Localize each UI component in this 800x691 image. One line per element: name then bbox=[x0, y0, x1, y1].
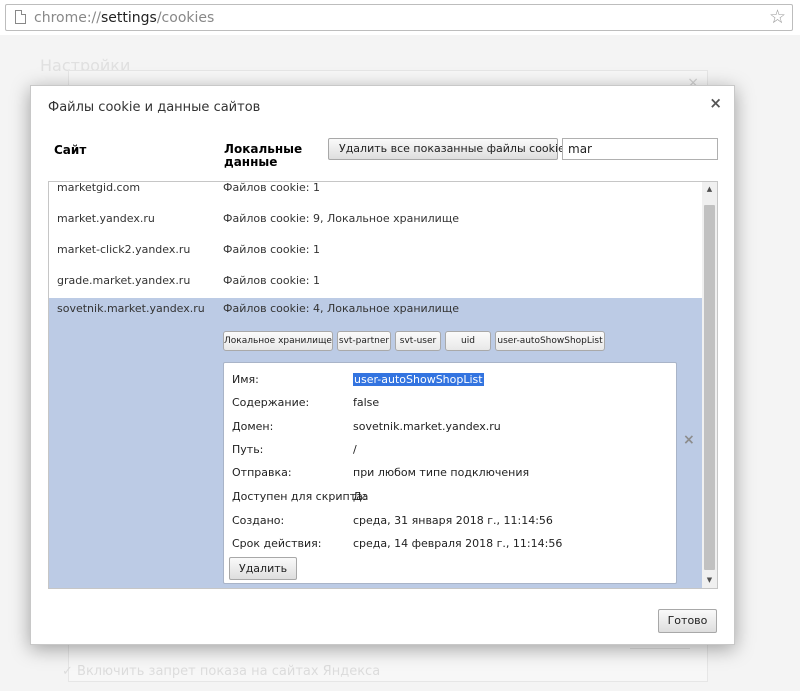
detail-label: Путь: bbox=[232, 443, 264, 456]
remove-cookie-button[interactable]: Удалить bbox=[229, 557, 298, 580]
chip-uid[interactable]: uid bbox=[445, 331, 491, 351]
local-data-summary: Файлов cookie: 1 bbox=[223, 181, 321, 194]
list-item-selected[interactable]: sovetnik.market.yandex.ru Файлов cookie:… bbox=[49, 298, 702, 588]
site-name: sovetnik.market.yandex.ru bbox=[57, 302, 205, 315]
local-data-summary: Файлов cookie: 1 bbox=[223, 274, 321, 287]
scroll-up-arrow-icon[interactable]: ▲ bbox=[702, 182, 717, 197]
detail-label: Домен: bbox=[232, 420, 274, 433]
detail-value[interactable]: user-autoShowShopList bbox=[353, 373, 484, 386]
local-data-summary: Файлов cookie: 4, Локальное хранилище bbox=[223, 302, 459, 315]
detail-label: Доступен для скрипта: bbox=[232, 490, 367, 503]
column-header-local-data: Локальные данные bbox=[224, 142, 303, 169]
detail-label: Содержание: bbox=[232, 396, 310, 409]
dialog-title: Файлы cookie и данные сайтов bbox=[48, 100, 261, 115]
site-name: grade.market.yandex.ru bbox=[57, 274, 191, 287]
detail-value[interactable]: false bbox=[353, 396, 379, 409]
list-scrollbar[interactable]: ▲ ▼ bbox=[702, 182, 717, 588]
detail-label: Создано: bbox=[232, 514, 285, 527]
detail-value[interactable]: среда, 31 января 2018 г., 11:14:56 bbox=[353, 514, 553, 527]
scroll-thumb[interactable] bbox=[704, 205, 715, 570]
local-data-summary: Файлов cookie: 1 bbox=[223, 243, 321, 256]
column-header-site: Сайт bbox=[54, 143, 87, 157]
url-text[interactable]: chrome://settings/cookies bbox=[34, 10, 214, 26]
background-checkbox-text: ✓ Включить запрет показа на сайтах Яндек… bbox=[62, 664, 381, 679]
detail-label: Имя: bbox=[232, 373, 259, 386]
done-button[interactable]: Готово bbox=[658, 609, 717, 633]
chip-svt-user[interactable]: svt-user bbox=[395, 331, 441, 351]
chip-user-autoshowshoplist[interactable]: user-autoShowShopList bbox=[495, 331, 605, 351]
detail-value[interactable]: sovetnik.market.yandex.ru bbox=[353, 420, 501, 433]
site-name: market-click2.yandex.ru bbox=[57, 243, 191, 256]
page-icon bbox=[15, 10, 26, 24]
detail-value[interactable]: / bbox=[353, 443, 357, 456]
site-name: market.yandex.ru bbox=[57, 212, 155, 225]
cookie-details-panel: Имя: user-autoShowShopList Содержание: f… bbox=[223, 362, 677, 584]
close-icon[interactable]: × bbox=[709, 94, 722, 112]
address-bar[interactable]: chrome://settings/cookies ☆ bbox=[5, 4, 793, 31]
detail-label: Отправка: bbox=[232, 466, 292, 479]
list-item[interactable]: marketgid.com Файлов cookie: 1 bbox=[49, 181, 702, 208]
chip-local-storage[interactable]: Локальное хранилище bbox=[223, 331, 333, 351]
chip-svt-partner[interactable]: svt-partner bbox=[337, 331, 391, 351]
detail-value[interactable]: Да bbox=[353, 490, 368, 503]
cookies-dialog: Файлы cookie и данные сайтов × Сайт Лока… bbox=[30, 85, 735, 645]
list-item[interactable]: grade.market.yandex.ru Файлов cookie: 1 bbox=[49, 270, 702, 301]
remove-site-icon[interactable]: × bbox=[683, 432, 695, 448]
search-input[interactable] bbox=[562, 138, 718, 160]
scroll-down-arrow-icon[interactable]: ▼ bbox=[702, 573, 717, 588]
cookie-site-list: marketgid.com Файлов cookie: 1 market.ya… bbox=[48, 181, 718, 589]
local-data-summary: Файлов cookie: 9, Локальное хранилище bbox=[223, 212, 459, 225]
list-item[interactable]: market.yandex.ru Файлов cookie: 9, Локал… bbox=[49, 208, 702, 239]
list-item[interactable]: market-click2.yandex.ru Файлов cookie: 1 bbox=[49, 239, 702, 270]
site-name: marketgid.com bbox=[57, 181, 141, 194]
star-icon[interactable]: ☆ bbox=[769, 6, 786, 28]
detail-value[interactable]: при любом типе подключения bbox=[353, 466, 529, 479]
detail-label: Срок действия: bbox=[232, 537, 322, 550]
detail-value[interactable]: среда, 14 февраля 2018 г., 11:14:56 bbox=[353, 537, 562, 550]
delete-all-shown-cookies-button[interactable]: Удалить все показанные файлы cookie bbox=[328, 138, 565, 160]
